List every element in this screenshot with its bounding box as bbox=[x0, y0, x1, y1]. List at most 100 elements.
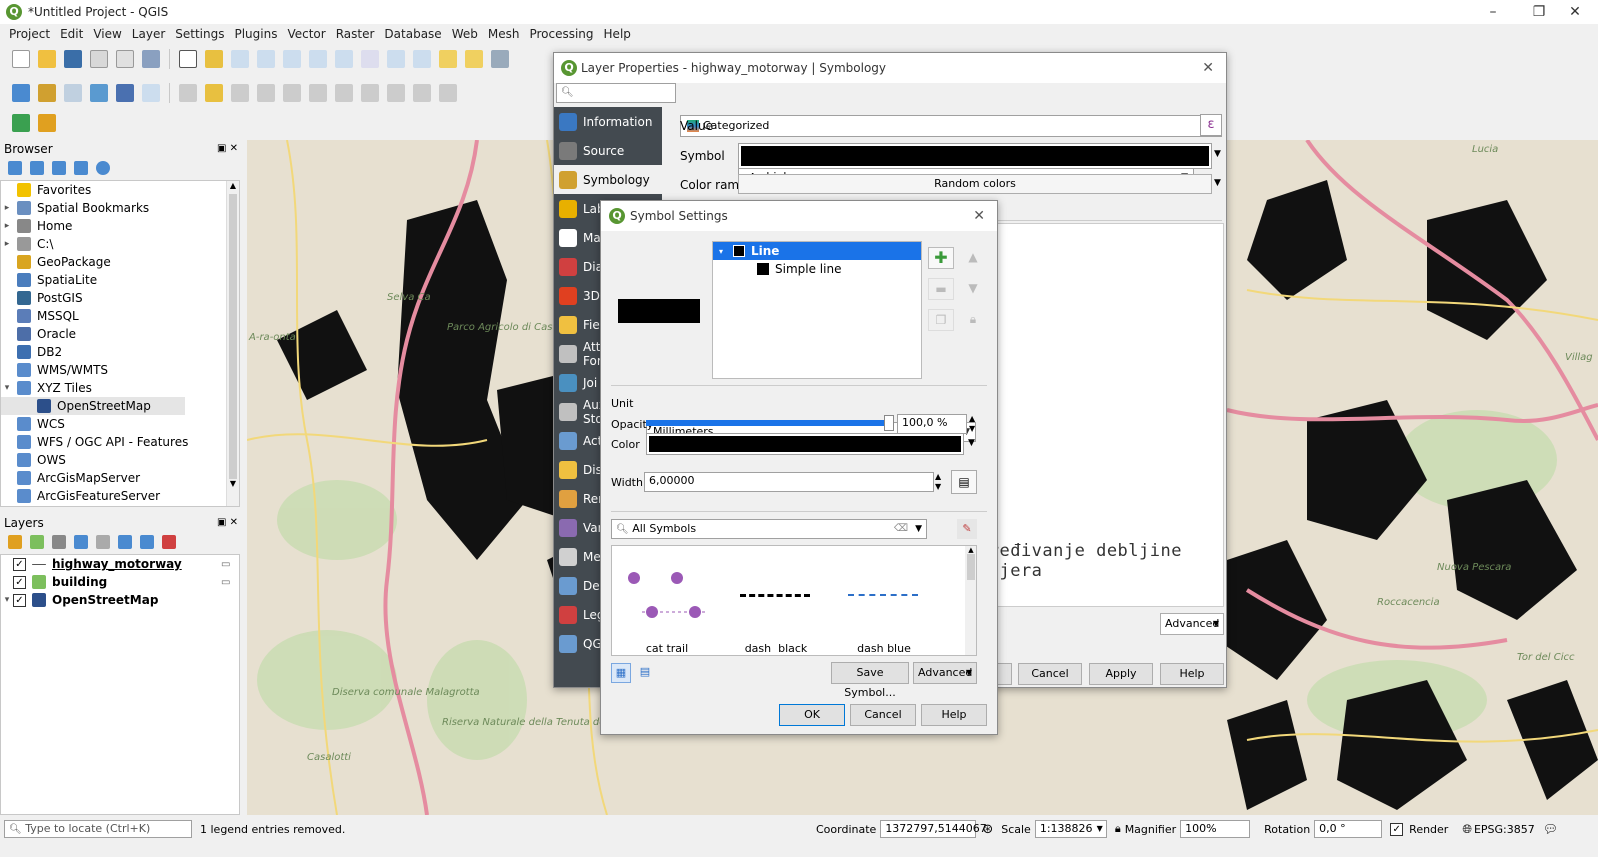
undo-icon[interactable] bbox=[413, 84, 431, 102]
browser-scrollbar[interactable]: ▲ ▼ bbox=[226, 181, 239, 506]
remove-layer-icon[interactable] bbox=[162, 535, 176, 549]
browser-item[interactable]: MSSQL bbox=[1, 307, 239, 325]
add-vector-icon[interactable] bbox=[64, 84, 82, 102]
expand-arrow-icon[interactable]: ▸ bbox=[1, 221, 13, 231]
browser-item[interactable]: ▸ Home bbox=[1, 217, 239, 235]
icon-view-icon[interactable]: ▦ bbox=[611, 663, 631, 683]
menu-raster[interactable]: Raster bbox=[331, 27, 380, 41]
menu-database[interactable]: Database bbox=[379, 27, 446, 41]
layer-visibility-checkbox[interactable]: ✓ bbox=[13, 557, 26, 571]
spin-arrows-icon[interactable]: ▲ ▼ bbox=[969, 414, 975, 434]
redo-icon[interactable] bbox=[439, 84, 457, 102]
expand-arrow-icon[interactable]: ▾ bbox=[1, 383, 13, 393]
menu-plugins[interactable]: Plugins bbox=[229, 27, 282, 41]
open-project-icon[interactable] bbox=[38, 50, 56, 68]
new-project-icon[interactable] bbox=[12, 50, 30, 68]
magnifier-spinbox[interactable]: 100% bbox=[1180, 820, 1251, 838]
ok-button[interactable]: OK bbox=[779, 704, 845, 726]
filter-legend-icon[interactable] bbox=[74, 535, 88, 549]
layer-item[interactable]: ▾ ✓ OpenStreetMap bbox=[1, 591, 239, 609]
menu-help[interactable]: Help bbox=[599, 27, 636, 41]
help-button[interactable]: Help bbox=[1160, 663, 1224, 685]
menu-layer[interactable]: Layer bbox=[127, 27, 170, 41]
browser-item[interactable]: OpenStreetMap bbox=[1, 397, 185, 415]
symbol-layer-line[interactable]: ▾ Line bbox=[713, 242, 921, 260]
move-up-icon[interactable]: ▲ bbox=[960, 247, 986, 269]
expand-all-icon[interactable] bbox=[118, 535, 132, 549]
menu-edit[interactable]: Edit bbox=[55, 27, 88, 41]
properties-icon[interactable] bbox=[96, 161, 110, 175]
spin-arrows-icon[interactable]: ▲ ▼ bbox=[935, 472, 941, 492]
expression-filter-icon[interactable] bbox=[96, 535, 110, 549]
expression-icon[interactable]: ε bbox=[1200, 114, 1222, 136]
browser-item[interactable]: GeoPackage bbox=[1, 253, 239, 271]
browser-item[interactable]: ▸ Spatial Bookmarks bbox=[1, 199, 239, 217]
browser-item[interactable]: WMS/WMTS bbox=[1, 361, 239, 379]
print-layout-icon[interactable] bbox=[90, 50, 108, 68]
new-bookmark-icon[interactable] bbox=[439, 50, 457, 68]
collapse-all-icon[interactable] bbox=[140, 535, 154, 549]
new-geopackage-icon[interactable] bbox=[38, 84, 56, 102]
collapse-all-icon[interactable] bbox=[74, 161, 88, 175]
expand-arrow-icon[interactable]: ▾ bbox=[1, 595, 13, 605]
browser-item[interactable]: ArcGisFeatureServer bbox=[1, 487, 239, 505]
manage-visibility-icon[interactable] bbox=[52, 535, 66, 549]
add-layer-icon[interactable]: ✚ bbox=[928, 247, 954, 269]
style-manager-icon[interactable]: ✎ bbox=[957, 519, 977, 539]
scale-select[interactable]: 1:138826 ▼ bbox=[1034, 820, 1107, 838]
layer-item[interactable]: ✓ building ▭ bbox=[1, 573, 239, 591]
add-feature-icon[interactable] bbox=[257, 84, 275, 102]
symbol-library-grid[interactable]: cat trail dash black dash blue ▲ bbox=[611, 545, 977, 656]
tab-info[interactable]: Information bbox=[554, 107, 662, 136]
processing-toolbox-icon[interactable] bbox=[38, 114, 56, 132]
save-edits-icon[interactable] bbox=[231, 84, 249, 102]
close-icon[interactable]: ✕ bbox=[1552, 0, 1598, 24]
zoom-layer-icon[interactable] bbox=[335, 50, 353, 68]
zoom-selection-icon[interactable] bbox=[309, 50, 327, 68]
crs-button[interactable]: EPSG:3857 bbox=[1474, 823, 1535, 836]
browser-item[interactable]: Favorites bbox=[1, 181, 239, 199]
add-mesh-icon[interactable] bbox=[116, 84, 134, 102]
browser-item[interactable]: DB2 bbox=[1, 343, 239, 361]
renderer-select[interactable]: Categorized ▼ bbox=[680, 115, 1222, 137]
tab-symbology[interactable]: Symbology bbox=[554, 165, 662, 194]
color-ramp-button[interactable]: Random colors bbox=[738, 174, 1212, 194]
clear-icon[interactable]: ⌫ bbox=[894, 520, 908, 538]
layer-visibility-checkbox[interactable]: ✓ bbox=[13, 593, 26, 607]
zoom-next-icon[interactable] bbox=[413, 50, 431, 68]
menu-web[interactable]: Web bbox=[447, 27, 483, 41]
data-source-manager-icon[interactable] bbox=[12, 84, 30, 102]
render-checkbox[interactable]: ✓ bbox=[1390, 822, 1404, 836]
browser-item[interactable]: WFS / OGC API - Features bbox=[1, 433, 239, 451]
copy-features-icon[interactable] bbox=[361, 84, 379, 102]
paste-features-icon[interactable] bbox=[387, 84, 405, 102]
menu-settings[interactable]: Settings bbox=[170, 27, 229, 41]
close-icon[interactable]: ✕ bbox=[973, 208, 985, 224]
digitize-icon[interactable] bbox=[179, 84, 197, 102]
save-symbol-button[interactable]: Save Symbol... bbox=[831, 662, 909, 699]
zoom-in-icon[interactable] bbox=[231, 50, 249, 68]
coordinate-input[interactable]: 1372797,5144067 bbox=[880, 820, 987, 838]
symbol-grid-scrollbar[interactable]: ▲ bbox=[965, 546, 976, 655]
duplicate-layer-icon[interactable]: ❐ bbox=[928, 309, 954, 331]
zoom-out-icon[interactable] bbox=[257, 50, 275, 68]
lock-icon[interactable]: 🔒︎ bbox=[960, 309, 986, 331]
pan-to-selection-icon[interactable] bbox=[205, 50, 223, 68]
cut-features-icon[interactable] bbox=[335, 84, 353, 102]
browser-item[interactable]: ArcGisMapServer bbox=[1, 469, 239, 487]
messages-icon[interactable]: 💬︎ bbox=[1543, 822, 1558, 836]
symbol-layer-tree[interactable]: ▾ Line Simple line bbox=[712, 241, 922, 379]
opacity-handle[interactable] bbox=[884, 415, 894, 431]
minimize-icon[interactable]: – bbox=[1470, 0, 1516, 24]
browser-item[interactable]: PostGIS bbox=[1, 289, 239, 307]
chevron-down-icon[interactable]: ▼ bbox=[1214, 178, 1221, 188]
opacity-slider[interactable] bbox=[646, 415, 894, 431]
embedded-widget-icon[interactable]: ▭ bbox=[221, 577, 230, 588]
tab-source[interactable]: Source bbox=[554, 136, 662, 165]
rotation-spinbox[interactable]: 0,0 ° bbox=[1314, 820, 1383, 838]
help-button[interactable]: Help bbox=[921, 704, 987, 726]
symbol-search-input[interactable]: 🔍︎ All Symbols ⌫ ▼ bbox=[611, 519, 927, 539]
advanced-button[interactable]: Advanced ▼ bbox=[913, 662, 977, 684]
color-button[interactable] bbox=[646, 433, 964, 455]
menu-mesh[interactable]: Mesh bbox=[483, 27, 525, 41]
